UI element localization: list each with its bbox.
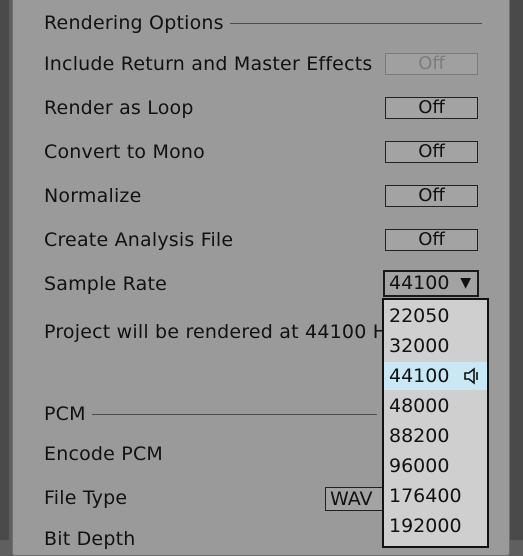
pcm-header: PCM: [44, 403, 377, 425]
sample-rate-label: Sample Rate: [44, 273, 168, 295]
option-label: 88200: [389, 425, 450, 447]
file-type-label: File Type: [44, 487, 128, 509]
left-edge: [0, 0, 9, 540]
right-edge: [510, 0, 523, 540]
sample-rate-option-selected[interactable]: 44100: [384, 362, 487, 390]
option-label: 22050: [389, 305, 450, 327]
option-label: 32000: [389, 335, 450, 357]
convert-to-mono-toggle[interactable]: Off: [385, 141, 478, 163]
sample-rate-option[interactable]: 32000: [384, 332, 487, 360]
normalize-label: Normalize: [44, 185, 142, 207]
bit-depth-label: Bit Depth: [44, 528, 136, 550]
rendering-options-title: Rendering Options: [44, 12, 224, 34]
option-label: 176400: [389, 485, 462, 507]
section-divider: [229, 22, 482, 24]
section-divider: [91, 413, 377, 415]
option-label: 48000: [389, 395, 450, 417]
normalize-toggle[interactable]: Off: [385, 185, 478, 207]
render-info-text: Project will be rendered at 44100 H: [44, 321, 388, 343]
sample-rate-option[interactable]: 176400: [384, 482, 487, 510]
option-label: 192000: [389, 515, 462, 537]
sample-rate-value: 44100: [389, 272, 450, 294]
convert-to-mono-label: Convert to Mono: [44, 141, 205, 163]
render-as-loop-label: Render as Loop: [44, 97, 194, 119]
create-analysis-file-label: Create Analysis File: [44, 229, 234, 251]
sample-rate-option[interactable]: 192000: [384, 512, 487, 540]
encode-pcm-label: Encode PCM: [44, 443, 164, 465]
chevron-down-icon: ▼: [460, 275, 471, 291]
create-analysis-file-toggle[interactable]: Off: [385, 229, 478, 251]
pcm-title: PCM: [44, 403, 86, 425]
file-type-select[interactable]: WAV: [325, 487, 387, 511]
render-as-loop-toggle[interactable]: Off: [385, 97, 478, 119]
include-return-master-label: Include Return and Master Effects: [44, 53, 373, 75]
option-label: 44100: [389, 365, 450, 387]
sample-rate-option[interactable]: 96000: [384, 452, 487, 480]
sample-rate-select[interactable]: 44100 ▼: [383, 270, 479, 297]
sample-rate-option[interactable]: 22050: [384, 302, 487, 330]
speaker-icon: [464, 367, 478, 385]
option-label: 96000: [389, 455, 450, 477]
include-return-master-toggle[interactable]: Off: [385, 53, 478, 75]
rendering-options-header: Rendering Options: [44, 12, 482, 34]
sample-rate-dropdown: 22050 32000 44100 48000 88200 96000 1764…: [382, 298, 489, 548]
sample-rate-option[interactable]: 48000: [384, 392, 487, 420]
sample-rate-option[interactable]: 88200: [384, 422, 487, 450]
